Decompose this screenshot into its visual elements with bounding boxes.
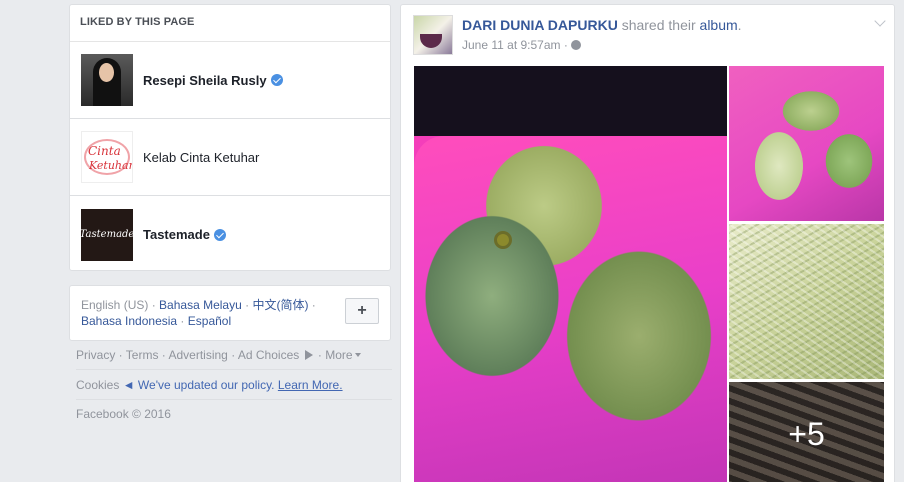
logo-text: Tastemade [81,229,133,240]
verified-badge-icon [270,74,283,86]
policy-update-text: ◄ We've updated our policy. [122,378,275,392]
liked-page-name[interactable]: Tastemade [143,227,210,242]
ad-choices-icon [304,350,313,360]
logo-text: Cinta [88,144,121,158]
current-language: English (US) [81,298,149,312]
album-photo-thumbnail[interactable] [729,224,884,379]
liked-by-page-card: LIKED BY THIS PAGE Resepi Sheila Rusly C… [69,4,391,271]
caret-down-icon [354,353,361,357]
album-post: DARI DUNIA DAPURKU shared their album. J… [400,4,895,482]
post-header-line: DARI DUNIA DAPURKU shared their album. [462,17,742,33]
add-language-button[interactable]: + [345,298,379,324]
footer-links: Privacy · Terms · Advertising · Ad Choic… [76,348,392,370]
album-photo-main[interactable] [414,66,727,482]
post-action-text: shared their [617,17,700,33]
author-name[interactable]: DARI DUNIA DAPURKU [462,17,618,33]
liked-page-name[interactable]: Kelab Cinta Ketuhar [143,150,259,165]
album-link[interactable]: album [700,17,738,33]
logo-text: Ketuhar [89,159,133,172]
cookie-notice: Cookies ◄ We've updated our policy. Lear… [76,378,392,400]
liked-item-resepi-sheila-rusly[interactable]: Resepi Sheila Rusly [70,42,390,119]
language-link-bahasa-indonesia[interactable]: Bahasa Indonesia [81,314,177,328]
language-selector-card: English (US) · Bahasa Melayu · 中文(简体) · … [69,285,391,341]
post-options-chevron-icon[interactable] [874,15,886,27]
liked-page-avatar[interactable]: Cinta Ketuhar [81,131,133,183]
liked-page-name[interactable]: Resepi Sheila Rusly [143,73,267,88]
footer-link-advertising[interactable]: Advertising [168,348,227,362]
post-meta: June 11 at 9:57am · [462,38,581,52]
copyright: Facebook © 2016 [76,407,171,421]
liked-header: LIKED BY THIS PAGE [70,5,390,42]
language-link-bahasa-melayu[interactable]: Bahasa Melayu [159,298,242,312]
globe-icon [570,40,581,50]
footer-link-privacy[interactable]: Privacy [76,348,115,362]
language-link-chinese-simplified[interactable]: 中文(简体) [252,298,308,312]
liked-page-avatar[interactable]: Tastemade [81,208,133,261]
liked-item-kelab-cinta-ketuhar[interactable]: Cinta Ketuhar Kelab Cinta Ketuhar [70,119,390,196]
album-photo-thumbnail[interactable]: +5 [729,382,884,482]
post-timestamp[interactable]: June 11 at 9:57am [462,38,561,52]
footer-link-terms[interactable]: Terms [126,348,159,362]
verified-badge-icon [213,228,226,241]
liked-page-avatar[interactable] [81,54,133,106]
language-link-espanol[interactable]: Español [188,314,231,328]
author-avatar[interactable] [413,15,453,55]
footer-link-more[interactable]: More [325,348,352,362]
learn-more-link[interactable]: Learn More. [278,378,343,392]
footer-link-cookies[interactable]: Cookies [76,378,119,392]
liked-item-tastemade[interactable]: Tastemade Tastemade [70,196,390,273]
footer-link-ad-choices[interactable]: Ad Choices [238,348,299,362]
more-photos-count[interactable]: +5 [729,382,884,482]
album-photo-thumbnail[interactable] [729,66,884,221]
